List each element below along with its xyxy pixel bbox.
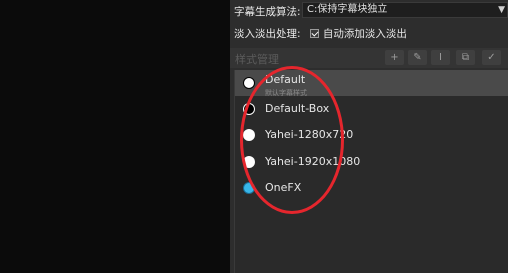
algorithm-select[interactable]: C:保持字幕块独立 ▼ [302, 2, 508, 18]
video-preview-area [0, 0, 230, 273]
add-style-button[interactable]: + [385, 50, 404, 65]
text-cursor-icon: I [439, 52, 442, 63]
style-item-label: Default [265, 73, 306, 86]
check-icon: ✓ [487, 52, 496, 63]
copy-style-button[interactable]: ⧉ [456, 50, 475, 65]
style-color-dot-icon [243, 156, 255, 168]
style-item-label: Yahei-1280x720 [265, 128, 354, 141]
style-item-default[interactable]: Default 默认字幕样式 [235, 70, 508, 97]
style-item-yahei-720[interactable]: Yahei-1280x720 [235, 122, 508, 148]
style-item-label: OneFX [265, 181, 302, 194]
style-item-label: Default-Box [265, 102, 330, 115]
style-color-dot-icon [243, 182, 255, 194]
edit-style-button[interactable]: ✎ [408, 50, 427, 65]
checkbox-checked-icon [309, 29, 319, 38]
style-color-dot-icon [243, 129, 255, 141]
subtitle-settings-panel: 字幕生成算法: C:保持字幕块独立 ▼ 淡入淡出处理: 自动添加淡入淡出 样式管… [230, 0, 508, 273]
dropdown-arrow-icon: ▼ [498, 5, 505, 15]
style-list: Default 默认字幕样式 Default-Box Yahei-1280x72… [234, 70, 508, 273]
style-manager-title: 样式管理 [235, 53, 279, 66]
pencil-icon: ✎ [413, 52, 422, 63]
style-manager-header: 样式管理 + ✎ I ⧉ ✓ [230, 48, 508, 68]
rename-style-button[interactable]: I [431, 50, 450, 65]
fade-label: 淡入淡出处理: [234, 28, 301, 40]
fade-row: 淡入淡出处理: 自动添加淡入淡出 [234, 26, 407, 41]
style-item-default-box[interactable]: Default-Box [235, 96, 508, 122]
algorithm-value: C:保持字幕块独立 [307, 4, 388, 15]
style-item-yahei-1080[interactable]: Yahei-1920x1080 [235, 149, 508, 175]
style-color-dot-icon [243, 77, 255, 89]
plus-icon: + [390, 52, 399, 63]
algorithm-row: 字幕生成算法: [234, 4, 301, 19]
style-item-onefx[interactable]: OneFX [235, 175, 508, 201]
fade-checkbox[interactable]: 自动添加淡入淡出 [309, 28, 407, 40]
style-item-label: Yahei-1920x1080 [265, 155, 361, 168]
fade-option-label: 自动添加淡入淡出 [322, 28, 407, 40]
style-color-dot-icon [243, 103, 255, 115]
copy-icon: ⧉ [461, 52, 470, 63]
algorithm-label: 字幕生成算法: [234, 6, 301, 18]
apply-style-button[interactable]: ✓ [482, 50, 501, 65]
